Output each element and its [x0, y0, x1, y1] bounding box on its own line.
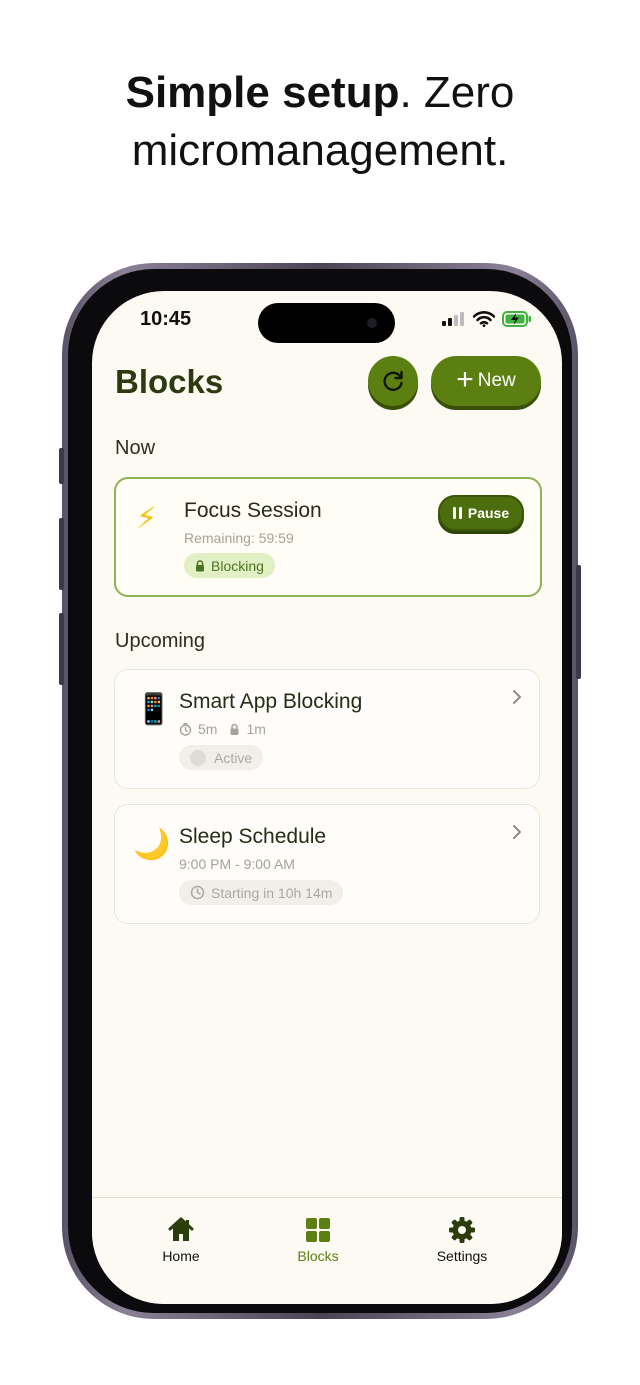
battery-charging-icon	[502, 311, 531, 327]
meta-lock-duration: 1m	[246, 721, 266, 737]
gear-icon	[449, 1217, 475, 1243]
blocking-badge-label: Blocking	[211, 557, 264, 574]
meta-duration: 5m	[198, 721, 218, 737]
block-meta: 5m 1m	[179, 721, 266, 737]
tab-settings[interactable]: Settings	[402, 1216, 522, 1264]
headline-bold: Simple setup	[125, 68, 400, 117]
inactive-dot-icon	[190, 749, 206, 766]
moon-icon: 🌙	[133, 828, 171, 861]
starting-badge: Starting in 10h 14m	[179, 880, 344, 905]
remaining-text: Remaining: 59:59	[184, 530, 294, 546]
tab-bar: Home Blocks Settings	[92, 1197, 562, 1304]
section-now-label: Now	[115, 437, 156, 459]
blocking-badge: Blocking	[184, 553, 275, 578]
schedule-text: 9:00 PM - 9:00 AM	[179, 856, 295, 872]
refresh-icon	[383, 370, 403, 391]
status-icons	[442, 311, 532, 327]
block-title: Focus Session	[184, 499, 322, 522]
dynamic-island	[258, 303, 395, 343]
status-time: 10:45	[140, 308, 192, 330]
app-screen: 10:45 Blocks + New Now ⚡ Focus Session R…	[92, 291, 562, 1304]
pause-label: Pause	[467, 505, 510, 521]
silent-switch	[59, 448, 64, 484]
status-badge-label: Active	[214, 749, 253, 766]
power-button	[576, 565, 581, 679]
status-badge: Active	[179, 745, 264, 770]
remaining-time: Remaining: 59:59	[184, 530, 294, 546]
active-block-card[interactable]: ⚡ Focus Session Remaining: 59:59 Blockin…	[114, 477, 542, 597]
chevron-right-icon	[513, 825, 521, 839]
block-title: Sleep Schedule	[179, 825, 327, 848]
new-button-label: New	[477, 370, 516, 391]
home-icon	[168, 1217, 194, 1241]
new-block-button[interactable]: + New	[431, 356, 541, 406]
phone-icon: 📱	[135, 693, 173, 726]
chevron-right-icon	[513, 690, 521, 704]
wifi-icon	[473, 311, 495, 327]
tab-home-label: Home	[162, 1248, 200, 1264]
volume-up-button	[59, 518, 64, 590]
lightning-icon: ⚡	[136, 502, 158, 535]
refresh-button[interactable]	[368, 356, 418, 406]
tab-blocks-label: Blocks	[297, 1248, 339, 1264]
tab-home[interactable]: Home	[121, 1216, 241, 1264]
marketing-headline: Simple setup. Zero micromanagement.	[0, 64, 640, 180]
pause-button[interactable]: Pause	[438, 495, 524, 531]
clock-icon	[190, 885, 205, 900]
starting-badge-label: Starting in 10h 14m	[211, 884, 333, 901]
block-title: Smart App Blocking	[179, 690, 363, 713]
grid-icon	[306, 1218, 330, 1242]
page-title: Blocks	[115, 363, 224, 400]
lock-icon	[230, 723, 239, 735]
plus-icon: +	[456, 362, 474, 396]
pause-icon	[452, 507, 462, 519]
upcoming-card-smart-app-blocking[interactable]: 📱 Smart App Blocking 5m 1m Active	[114, 669, 540, 789]
timer-icon	[179, 722, 192, 736]
phone-bezel: 10:45 Blocks + New Now ⚡ Focus Session R…	[68, 269, 572, 1313]
tab-settings-label: Settings	[436, 1248, 488, 1264]
upcoming-card-sleep-schedule[interactable]: 🌙 Sleep Schedule 9:00 PM - 9:00 AM Start…	[114, 804, 540, 924]
signal-icon	[442, 312, 464, 326]
section-upcoming-label: Upcoming	[115, 630, 206, 652]
tab-blocks[interactable]: Blocks	[258, 1216, 378, 1264]
lock-icon	[196, 559, 204, 571]
block-schedule: 9:00 PM - 9:00 AM	[179, 856, 295, 872]
volume-down-button	[59, 613, 64, 685]
phone-frame: 10:45 Blocks + New Now ⚡ Focus Session R…	[59, 263, 581, 1319]
